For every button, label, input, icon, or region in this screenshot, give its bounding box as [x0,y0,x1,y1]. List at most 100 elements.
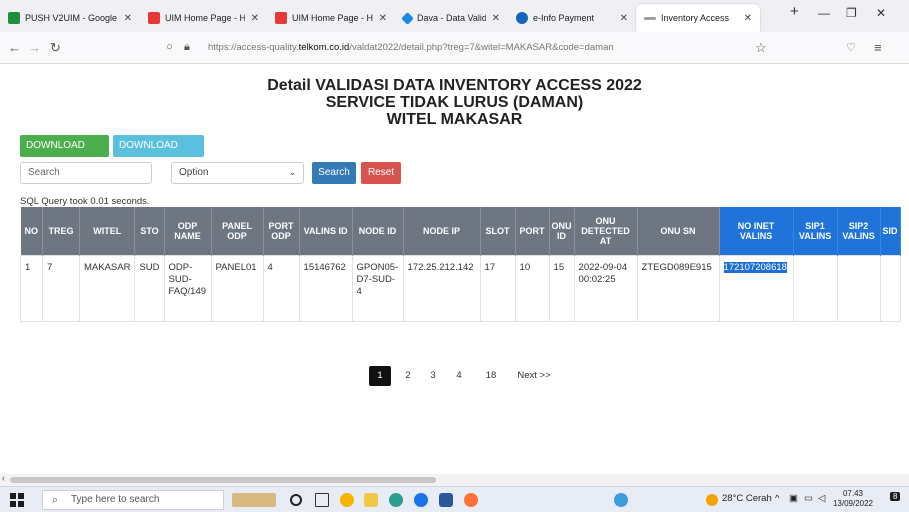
search-input[interactable]: Search [20,162,152,184]
chrome-icon[interactable] [340,493,354,507]
cell-port-odp: 4 [262,254,300,322]
tab-label: PUSH V2UIM - Google Sp [25,13,118,23]
cell-port: 10 [514,254,550,322]
page-link-1[interactable]: 1 [369,366,391,386]
bookmark-star-icon[interactable]: ☆ [755,40,767,56]
battery-icon[interactable]: ▭ [804,493,813,504]
horizontal-scrollbar[interactable]: ‹ [0,473,909,486]
col-header[interactable]: PORT [515,207,550,255]
close-icon[interactable]: ✕ [744,13,752,24]
page-link-18[interactable]: 18 [481,366,501,386]
file-explorer-icon[interactable] [364,493,378,507]
tab-uim-home-1[interactable]: UIM Home Page - Home ✕ [140,4,267,32]
page-link-4[interactable]: 4 [451,366,467,386]
notification-count-badge[interactable]: 8 [890,492,901,501]
browser-tab-bar: PUSH V2UIM - Google Sp ✕ UIM Home Page -… [0,0,909,32]
scrollbar-thumb[interactable] [10,477,436,483]
cell-no-inet-valins: 172107208618 [718,254,794,322]
search-highlight-icon[interactable] [232,493,276,507]
forward-icon[interactable]: → [28,40,41,55]
menu-icon[interactable]: ≡ [874,40,882,55]
col-header[interactable]: NO [20,207,43,255]
windows-start-icon[interactable] [10,493,24,507]
system-clock[interactable]: 07.43 13/09/2022 [833,489,873,509]
col-header[interactable]: NO INET VALINS [719,207,794,255]
cell-node-id: GPON05-D7-SUD-4 [351,254,404,322]
pocket-icon[interactable]: ♡ [846,41,856,54]
telegram-icon[interactable] [414,493,428,507]
firefox-icon[interactable] [464,493,478,507]
tab-einfo-payment[interactable]: e-Info Payment ✕ [508,4,636,32]
tab-label: Dava - Data Validator [417,13,486,23]
col-header[interactable]: ONU DETECTED AT [574,207,638,255]
col-header[interactable]: SIP1 VALINS [793,207,838,255]
col-header[interactable]: VALINS ID [299,207,353,255]
task-view-icon[interactable] [315,493,329,507]
lock-icon[interactable]: 🔒︎ [184,41,190,54]
cortana-icon[interactable] [290,494,302,506]
show-hidden-icons-icon[interactable]: ^ [775,493,779,504]
cell-valins-id: 15146762 [298,254,353,322]
close-icon[interactable]: ✕ [251,13,259,24]
option-select[interactable]: Option ⌄ [171,162,304,184]
close-icon[interactable]: ✕ [492,13,500,24]
col-header[interactable]: STO [134,207,165,255]
col-header[interactable]: NODE ID [352,207,404,255]
tab-inventory-access[interactable]: Inventory Access ✕ [636,4,760,32]
page-subtitle: SERVICE TIDAK LURUS (DAMAN) [325,94,584,111]
col-header[interactable]: SIP2 VALINS [837,207,881,255]
col-header[interactable]: ONU ID [549,207,575,255]
cell-treg: 7 [42,254,80,322]
option-select-value: Option [179,167,209,178]
url-field[interactable]: https://access-quality.telkom.co.id/vald… [208,42,614,53]
cell-witel: MAKASAR [78,254,136,322]
selected-text[interactable]: 172107208618 [723,261,787,273]
weather-text[interactable]: 28°C Cerah [722,493,772,504]
close-icon[interactable]: ✕ [620,13,628,24]
key-icon [644,16,656,20]
tab-uim-home-2[interactable]: UIM Home Page - Home ✕ [267,4,395,32]
col-header[interactable]: PANEL ODP [211,207,264,255]
tab-dava[interactable]: Dava - Data Validator ✕ [395,4,508,32]
restore-icon[interactable]: ❐ [846,6,857,20]
download-csv-button[interactable]: DOWNLOAD CSV [113,135,204,173]
next-page-link[interactable]: Next >> [514,366,554,386]
edge-icon[interactable] [389,493,403,507]
taskbar-search-input[interactable]: ⌕ Type here to search [42,490,224,510]
col-header[interactable]: TREG [42,207,80,255]
col-header[interactable]: ONU SN [637,207,720,255]
scroll-left-icon[interactable]: ‹ [2,473,5,483]
close-window-icon[interactable]: ✕ [876,6,886,20]
reload-icon[interactable]: ↻ [50,40,61,56]
minimize-icon[interactable]: — [818,6,830,20]
col-header[interactable]: ODP NAME [164,207,212,255]
close-icon[interactable]: ✕ [124,13,132,24]
back-icon[interactable]: ← [8,40,21,55]
col-header[interactable]: PORT ODP [263,207,300,255]
table-header-row: NO TREG WITEL STO ODP NAME PANEL ODP POR… [20,207,901,255]
uim-icon [275,12,287,24]
cell-slot: 17 [479,254,516,322]
network-icon[interactable]: ▣ [789,493,798,504]
tab-label: UIM Home Page - Home [292,13,373,23]
clock-time: 07.43 [842,489,863,498]
tab-label: Inventory Access [661,13,730,23]
cell-sto: SUD [134,254,165,322]
col-header[interactable]: SID [880,207,901,255]
page-link-3[interactable]: 3 [425,366,441,386]
col-header[interactable]: NODE IP [403,207,481,255]
col-header[interactable]: SLOT [480,207,516,255]
close-icon[interactable]: ✕ [379,13,387,24]
reset-button[interactable]: Reset [361,162,401,184]
tab-push-v2uim[interactable]: PUSH V2UIM - Google Sp ✕ [0,4,140,32]
download-xls-button[interactable]: DOWNLOAD XLS [20,135,109,173]
search-button[interactable]: Search [312,162,356,184]
page-link-2[interactable]: 2 [400,366,416,386]
new-tab-icon[interactable]: + [790,3,799,20]
volume-icon[interactable]: ◁ [818,493,825,504]
col-header[interactable]: WITEL [79,207,136,255]
shield-icon[interactable]: ○ [166,41,173,53]
app-icon[interactable] [614,493,628,507]
word-icon[interactable] [439,493,453,507]
cell-onu-id: 15 [548,254,575,322]
